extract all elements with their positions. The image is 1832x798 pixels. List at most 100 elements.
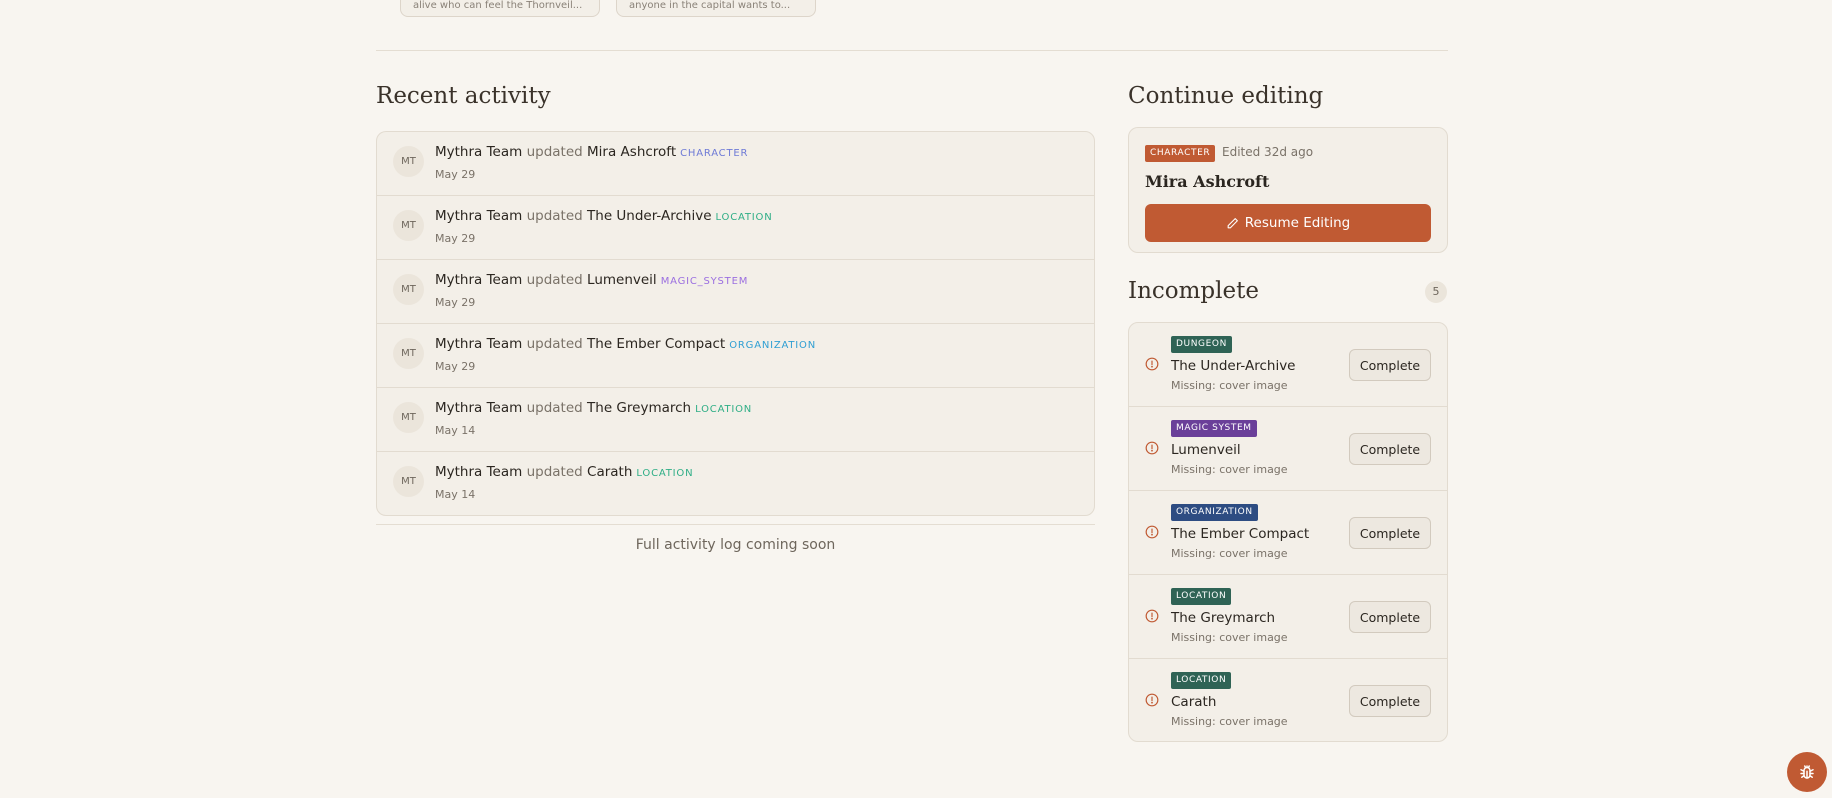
missing-info: Missing: cover image: [1171, 715, 1288, 728]
complete-button[interactable]: Complete: [1349, 517, 1431, 549]
activity-user: Mythra Team: [435, 336, 523, 352]
complete-button[interactable]: Complete: [1349, 349, 1431, 381]
incomplete-item: ORGANIZATION The Ember Compact Missing: co…: [1129, 491, 1447, 575]
activity-verb: updated: [526, 272, 583, 288]
activity-date: May 29: [435, 168, 476, 181]
activity-verb: updated: [526, 336, 583, 352]
missing-info: Missing: cover image: [1171, 547, 1288, 560]
avatar: MT: [393, 338, 424, 369]
activity-type-tag: LOCATION: [636, 468, 694, 479]
alert-circle-icon: [1145, 357, 1159, 371]
activity-text: Mythra Team updated The Under-Archive LOC…: [435, 208, 772, 224]
activity-item[interactable]: MT Mythra Team updated Lumenveil MAGIC_SYS…: [377, 260, 1094, 324]
type-badge: MAGIC SYSTEM: [1171, 420, 1257, 437]
activity-verb: updated: [526, 400, 583, 416]
continue-editing-card: CHARACTER Edited 32d ago Mira Ashcroft R…: [1128, 127, 1448, 253]
missing-info: Missing: cover image: [1171, 379, 1288, 392]
activity-date: May 29: [435, 296, 476, 309]
activity-item[interactable]: MT Mythra Team updated The Greymarch LOCAT…: [377, 388, 1094, 452]
activity-user: Mythra Team: [435, 272, 523, 288]
activity-date: May 29: [435, 360, 476, 373]
activity-entity-link[interactable]: Carath: [587, 464, 632, 480]
activity-user: Mythra Team: [435, 208, 523, 224]
incomplete-item: DUNGEON The Under-Archive Missing: cover i…: [1129, 323, 1447, 407]
alert-circle-icon: [1145, 609, 1159, 623]
incomplete-entity-name[interactable]: The Ember Compact: [1171, 526, 1309, 542]
type-badge: LOCATION: [1171, 672, 1232, 689]
activity-text: Mythra Team updated The Greymarch LOCATIO…: [435, 400, 752, 416]
entity-name: Mira Ashcroft: [1145, 172, 1270, 191]
alert-circle-icon: [1145, 693, 1159, 707]
activity-date: May 14: [435, 488, 476, 501]
alert-circle-icon: [1145, 441, 1159, 455]
activity-text: Mythra Team updated Carath LOCATION: [435, 464, 693, 480]
incomplete-list: DUNGEON The Under-Archive Missing: cover i…: [1128, 322, 1448, 742]
missing-info: Missing: cover image: [1171, 631, 1288, 644]
edited-time: Edited 32d ago: [1222, 145, 1314, 159]
avatar: MT: [393, 146, 424, 177]
top-card-text: anyone in the capital wants to...: [629, 0, 791, 11]
bug-icon: [1800, 765, 1814, 779]
incomplete-count-badge: 5: [1425, 281, 1447, 303]
type-badge: LOCATION: [1171, 588, 1232, 605]
complete-button[interactable]: Complete: [1349, 685, 1431, 717]
activity-entity-link[interactable]: Lumenveil: [587, 272, 657, 288]
activity-divider: [376, 524, 1095, 525]
activity-text: Mythra Team updated Mira Ashcroft CHARACT…: [435, 144, 748, 160]
incomplete-title: Incomplete: [1128, 278, 1259, 304]
activity-entity-link[interactable]: The Ember Compact: [587, 336, 725, 352]
activity-entity-link[interactable]: Mira Ashcroft: [587, 144, 676, 160]
activity-type-tag: CHARACTER: [680, 148, 749, 159]
activity-text: Mythra Team updated The Ember Compact ORG…: [435, 336, 816, 352]
incomplete-entity-name[interactable]: The Greymarch: [1171, 610, 1275, 626]
activity-list: MT Mythra Team updated Mira Ashcroft CHARA…: [376, 131, 1095, 516]
activity-type-tag: ORGANIZATION: [729, 340, 816, 351]
activity-item[interactable]: MT Mythra Team updated Mira Ashcroft CHARA…: [377, 132, 1094, 196]
activity-item[interactable]: MT Mythra Team updated The Under-Archive L…: [377, 196, 1094, 260]
activity-type-tag: LOCATION: [715, 212, 773, 223]
top-card-1[interactable]: alive who can feel the Thornveil...: [400, 0, 600, 17]
top-card-2[interactable]: anyone in the capital wants to...: [616, 0, 816, 17]
activity-date: May 29: [435, 232, 476, 245]
alert-circle-icon: [1145, 525, 1159, 539]
missing-info: Missing: cover image: [1171, 463, 1288, 476]
continue-editing-title: Continue editing: [1128, 83, 1324, 109]
incomplete-item: MAGIC SYSTEM Lumenveil Missing: cover imag…: [1129, 407, 1447, 491]
incomplete-item: LOCATION The Greymarch Missing: cover imag…: [1129, 575, 1447, 659]
incomplete-entity-name[interactable]: Lumenveil: [1171, 442, 1241, 458]
incomplete-item: LOCATION Carath Missing: cover image Comple…: [1129, 659, 1447, 741]
activity-user: Mythra Team: [435, 464, 523, 480]
avatar: MT: [393, 274, 424, 305]
bug-report-button[interactable]: [1787, 752, 1827, 792]
activity-date: May 14: [435, 424, 476, 437]
activity-user: Mythra Team: [435, 400, 523, 416]
type-badge: ORGANIZATION: [1171, 504, 1258, 521]
complete-button[interactable]: Complete: [1349, 433, 1431, 465]
section-divider: [376, 50, 1448, 51]
activity-type-tag: MAGIC_SYSTEM: [660, 276, 749, 287]
complete-button[interactable]: Complete: [1349, 601, 1431, 633]
recent-activity-title: Recent activity: [376, 83, 551, 109]
activity-verb: updated: [526, 208, 583, 224]
activity-item[interactable]: MT Mythra Team updated The Ember Compact O…: [377, 324, 1094, 388]
activity-verb: updated: [526, 144, 583, 160]
activity-user: Mythra Team: [435, 144, 523, 160]
activity-type-tag: LOCATION: [695, 404, 753, 415]
activity-entity-link[interactable]: The Under-Archive: [587, 208, 712, 224]
incomplete-entity-name[interactable]: The Under-Archive: [1171, 358, 1296, 374]
avatar: MT: [393, 210, 424, 241]
top-card-text: alive who can feel the Thornveil...: [413, 0, 583, 11]
activity-verb: updated: [526, 464, 583, 480]
activity-entity-link[interactable]: The Greymarch: [587, 400, 691, 416]
pencil-icon: [1227, 217, 1238, 228]
activity-item[interactable]: MT Mythra Team updated Carath LOCATION May …: [377, 452, 1094, 515]
resume-editing-label: Resume Editing: [1244, 215, 1351, 231]
resume-editing-button[interactable]: Resume Editing: [1145, 204, 1431, 242]
incomplete-entity-name[interactable]: Carath: [1171, 694, 1216, 710]
activity-footer: Full activity log coming soon: [635, 537, 836, 553]
avatar: MT: [393, 402, 424, 433]
activity-text: Mythra Team updated Lumenveil MAGIC_SYSTE…: [435, 272, 748, 288]
type-badge: DUNGEON: [1171, 336, 1232, 353]
avatar: MT: [393, 466, 424, 497]
type-badge: CHARACTER: [1145, 145, 1216, 162]
